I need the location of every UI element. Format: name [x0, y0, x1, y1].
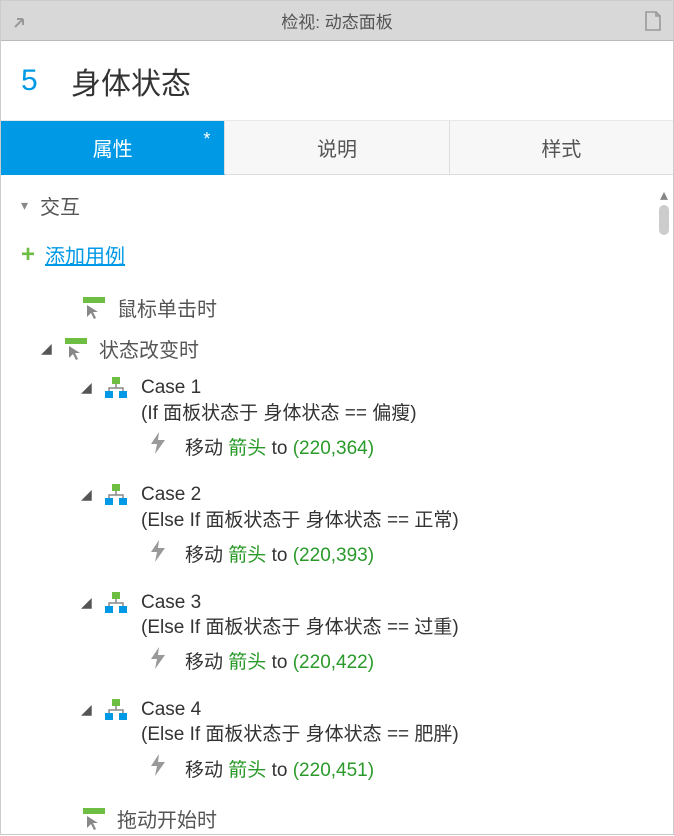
case-text: Case 1 (If 面板状态于 身体状态 == 偏瘦): [141, 375, 417, 426]
tab-properties[interactable]: 属性 *: [1, 121, 225, 175]
case-label: Case 1: [141, 375, 417, 401]
action-target: 箭头: [228, 760, 266, 781]
widget-name[interactable]: 身体状态: [71, 59, 191, 103]
case-item[interactable]: ◢ Case 2 (Else If 面板状态于 身体状态 == 正常): [1, 476, 673, 535]
tab-style[interactable]: 样式: [450, 121, 673, 175]
case-condition: (If 面板状态于 身体状态 == 偏瘦): [141, 401, 417, 427]
event-icon: [65, 338, 87, 360]
plus-icon: +: [21, 241, 35, 269]
event-icon: [83, 297, 105, 319]
action-text: 移动 箭头 to (220,422): [185, 647, 374, 674]
action-coords: (220,364): [293, 438, 374, 459]
action-to: to: [272, 760, 288, 781]
popout-icon[interactable]: [1, 13, 41, 29]
scroll-up-icon[interactable]: ▴: [655, 185, 673, 205]
action-to: to: [272, 545, 288, 566]
panel-title: 检视: 动态面板: [41, 8, 633, 33]
case-label: Case 4: [141, 697, 459, 723]
case-icon: [105, 484, 127, 506]
action-verb: 移动: [185, 545, 223, 566]
case-item[interactable]: ◢ Case 3 (Else If 面板状态于 身体状态 == 过重): [1, 584, 673, 643]
action-to: to: [272, 652, 288, 673]
action-verb: 移动: [185, 760, 223, 781]
case-icon: [105, 377, 127, 399]
action-verb: 移动: [185, 652, 223, 673]
action-target: 箭头: [228, 545, 266, 566]
interactions-section[interactable]: ▾ 交互: [1, 175, 673, 230]
case-condition: (Else If 面板状态于 身体状态 == 正常): [141, 508, 459, 534]
case-text: Case 4 (Else If 面板状态于 身体状态 == 肥胖): [141, 697, 459, 748]
action-target: 箭头: [228, 438, 266, 459]
action-coords: (220,393): [293, 545, 374, 566]
expand-toggle[interactable]: ◢: [81, 486, 99, 503]
widget-index: 5: [21, 64, 61, 98]
expand-toggle[interactable]: ◢: [81, 594, 99, 611]
widget-info: 5 身体状态: [1, 41, 673, 121]
case-condition: (Else If 面板状态于 身体状态 == 肥胖): [141, 722, 459, 748]
action-coords: (220,451): [293, 760, 374, 781]
expand-toggle[interactable]: ◢: [41, 340, 59, 357]
panel-header: 检视: 动态面板: [1, 1, 673, 41]
event-panelstatechange[interactable]: ◢ 状态改变时: [1, 328, 673, 369]
action-to: to: [272, 438, 288, 459]
bolt-icon: [149, 754, 171, 782]
bolt-icon: [149, 432, 171, 460]
action-item[interactable]: 移动 箭头 to (220,393): [1, 536, 673, 584]
case-item[interactable]: ◢ Case 1 (If 面板状态于 身体状态 == 偏瘦): [1, 369, 673, 428]
case-list: ◢ Case 1 (If 面板状态于 身体状态 == 偏瘦) 移动 箭头 to …: [1, 369, 673, 798]
bolt-icon: [149, 540, 171, 568]
case-label: Case 2: [141, 482, 459, 508]
action-text: 移动 箭头 to (220,393): [185, 540, 374, 567]
action-text: 移动 箭头 to (220,364): [185, 433, 374, 460]
case-label: Case 3: [141, 590, 459, 616]
event-dragstart[interactable]: ◢ 拖动开始时: [1, 798, 673, 836]
action-verb: 移动: [185, 438, 223, 459]
event-label: 状态改变时: [99, 334, 199, 363]
case-icon: [105, 699, 127, 721]
action-item[interactable]: 移动 箭头 to (220,364): [1, 428, 673, 476]
properties-panel: ▴ ▾ 交互 + 添加用例 ◢ 鼠标单击时 ◢ 状态改变时 ◢ Case: [1, 175, 673, 836]
case-text: Case 2 (Else If 面板状态于 身体状态 == 正常): [141, 482, 459, 533]
tab-label: 说明: [317, 133, 357, 162]
notes-icon[interactable]: [633, 11, 673, 31]
case-icon: [105, 592, 127, 614]
tab-label: 属性: [93, 133, 133, 162]
event-label: 鼠标单击时: [117, 293, 217, 322]
action-coords: (220,422): [293, 652, 374, 673]
case-text: Case 3 (Else If 面板状态于 身体状态 == 过重): [141, 590, 459, 641]
action-item[interactable]: 移动 箭头 to (220,422): [1, 643, 673, 691]
expand-toggle[interactable]: ◢: [81, 379, 99, 396]
dirty-indicator: *: [203, 129, 210, 150]
add-case-button[interactable]: + 添加用例: [1, 230, 673, 287]
chevron-down-icon: ▾: [21, 197, 28, 214]
tab-notes[interactable]: 说明: [225, 121, 449, 175]
tab-label: 样式: [541, 133, 581, 162]
action-text: 移动 箭头 to (220,451): [185, 755, 374, 782]
action-item[interactable]: 移动 箭头 to (220,451): [1, 750, 673, 798]
add-case-label: 添加用例: [45, 240, 125, 269]
case-condition: (Else If 面板状态于 身体状态 == 过重): [141, 615, 459, 641]
action-target: 箭头: [228, 652, 266, 673]
section-title: 交互: [40, 191, 80, 220]
tab-bar: 属性 * 说明 样式: [1, 121, 673, 175]
event-label: 拖动开始时: [117, 804, 217, 833]
bolt-icon: [149, 647, 171, 675]
event-onclick[interactable]: ◢ 鼠标单击时: [1, 287, 673, 328]
case-item[interactable]: ◢ Case 4 (Else If 面板状态于 身体状态 == 肥胖): [1, 691, 673, 750]
expand-toggle[interactable]: ◢: [81, 701, 99, 718]
event-icon: [83, 808, 105, 830]
scrollbar-thumb[interactable]: [659, 205, 669, 235]
